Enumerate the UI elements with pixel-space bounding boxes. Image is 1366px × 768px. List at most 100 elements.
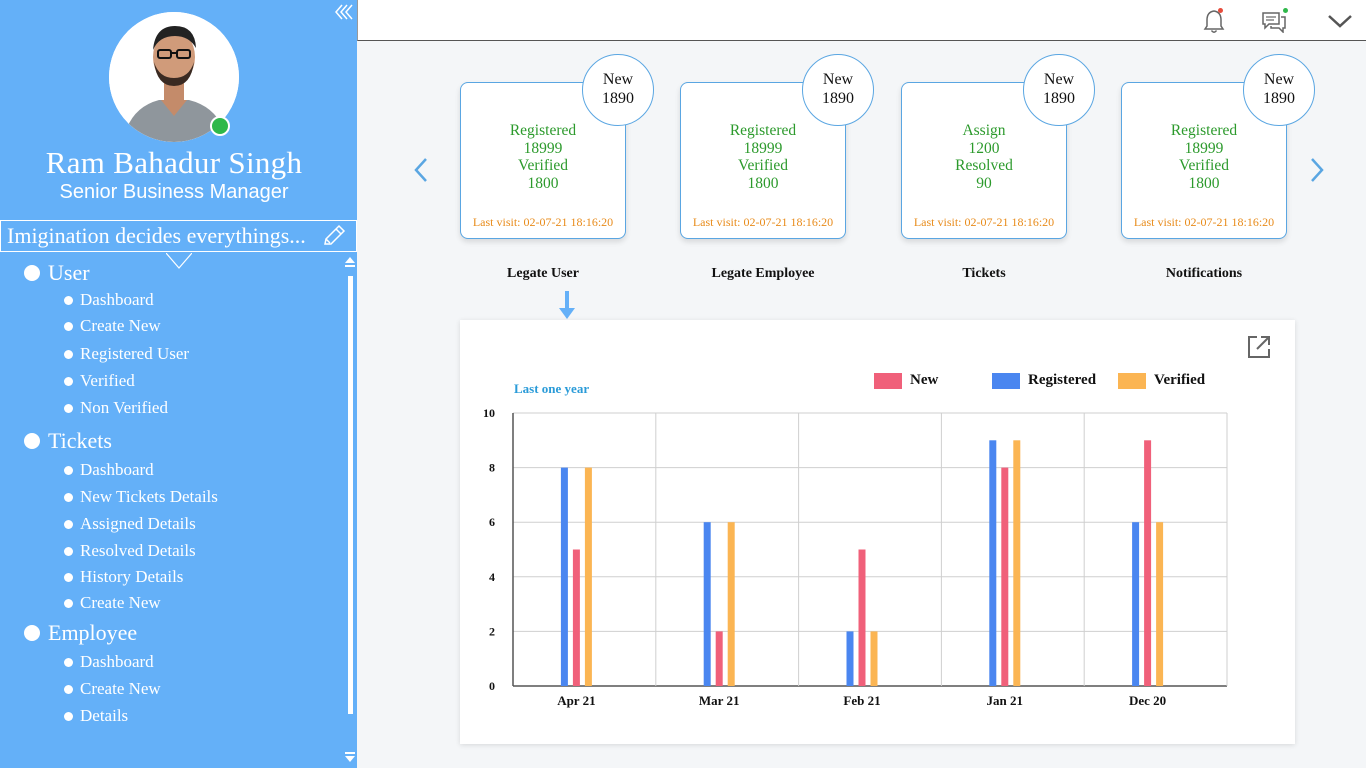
badge-value: 1890 xyxy=(1043,90,1075,107)
bar-verified xyxy=(584,467,592,686)
bar-new xyxy=(715,631,723,686)
chart-panel: 0 2 4 6 8 10 Apr 21 Mar 21 Feb 21 Jan 21 Dec 20 La… xyxy=(460,320,1295,744)
card-title: Legate User xyxy=(507,266,579,281)
expand-icon[interactable] xyxy=(1246,334,1272,365)
online-status-indicator xyxy=(210,116,230,136)
menu-group-employee[interactable]: Employee xyxy=(24,620,137,646)
legend-swatch xyxy=(992,372,1020,389)
bullet-icon xyxy=(64,321,73,331)
menu-item-tickets-dashboard[interactable]: Dashboard xyxy=(64,460,154,480)
y-tick-label: 0 xyxy=(489,679,495,693)
carousel-prev-arrow[interactable] xyxy=(412,156,430,189)
x-tick-label: Feb 21 xyxy=(843,693,880,708)
card-stats: Registered 18999 Verified 1800 xyxy=(681,122,845,192)
menu-item-label: Registered User xyxy=(80,344,190,363)
menu-item-resolved-details[interactable]: Resolved Details xyxy=(64,541,196,561)
bar-verified xyxy=(1156,522,1164,686)
y-tick-label: 10 xyxy=(483,406,495,420)
badge-label: New xyxy=(1263,71,1295,88)
legend-label: Registered xyxy=(1028,372,1097,388)
menu-item-label: Assigned Details xyxy=(80,514,196,533)
y-tick-label: 2 xyxy=(489,624,495,638)
menu-item-label: Non Verified xyxy=(80,398,168,417)
chart-title: Last one year xyxy=(514,381,590,396)
sidebar-scrollbar[interactable] xyxy=(348,276,353,714)
stat-label: Registered xyxy=(509,122,577,139)
bullet-icon xyxy=(24,265,40,281)
menu-item-label: Dashboard xyxy=(80,290,154,309)
menu-item-employee-dashboard[interactable]: Dashboard xyxy=(64,652,154,672)
chevron-down-icon[interactable] xyxy=(1326,13,1354,34)
menu-item-user-create-new[interactable]: Create New xyxy=(64,316,161,336)
menu-group-tickets[interactable]: Tickets xyxy=(24,428,112,454)
bullet-icon xyxy=(64,519,73,529)
user-role: Senior Business Manager xyxy=(59,181,289,203)
legend-label: Verified xyxy=(1154,372,1206,388)
stat-value: 18999 xyxy=(1184,139,1224,157)
notification-badge xyxy=(1218,8,1223,13)
card-stats: Assign 1200 Resolved 90 xyxy=(902,122,1066,192)
pencil-icon[interactable] xyxy=(321,224,347,253)
menu-item-tickets-create-new[interactable]: Create New xyxy=(64,593,161,613)
bar-new xyxy=(858,549,866,686)
badge-value: 1890 xyxy=(822,90,854,107)
menu-group-label: Tickets xyxy=(48,428,112,453)
menu-item-employee-create-new[interactable]: Create New xyxy=(64,679,161,699)
bullet-icon xyxy=(64,465,73,475)
stat-value: 18999 xyxy=(523,139,563,157)
menu-item-verified[interactable]: Verified xyxy=(64,371,135,391)
bullet-icon xyxy=(64,684,73,694)
collapse-sidebar-icon[interactable] xyxy=(333,2,355,27)
carousel-next-arrow[interactable] xyxy=(1308,156,1326,189)
menu-item-label: Resolved Details xyxy=(80,541,196,560)
bullet-icon xyxy=(64,598,73,608)
scroll-up-icon[interactable] xyxy=(344,256,356,275)
new-count-badge: New 1890 xyxy=(1023,54,1095,126)
top-bar xyxy=(357,0,1366,41)
menu-item-assigned-details[interactable]: Assigned Details xyxy=(64,514,196,534)
stat-value: 1200 xyxy=(968,139,1000,157)
sidebar: Ram Bahadur Singh Senior Business Manage… xyxy=(0,0,357,768)
menu-item-new-tickets-details[interactable]: New Tickets Details xyxy=(64,487,218,507)
motto-text: Imigination decides everythings... xyxy=(7,223,306,248)
new-count-badge: New 1890 xyxy=(802,54,874,126)
legend-label: New xyxy=(910,372,939,388)
menu-item-registered-user[interactable]: Registered User xyxy=(64,344,189,364)
menu-item-employee-details[interactable]: Details xyxy=(64,706,128,726)
legend-verified: Verified xyxy=(1118,372,1205,389)
badge-label: New xyxy=(602,71,634,88)
menu-item-label: Details xyxy=(80,706,129,725)
stat-value: 90 xyxy=(976,174,992,192)
menu-item-non-verified[interactable]: Non Verified xyxy=(64,398,168,418)
scroll-down-icon[interactable] xyxy=(344,750,356,768)
motto-box: Imigination decides everythings... xyxy=(0,220,357,252)
last-visit: Last visit: 02-07-21 18:16:20 xyxy=(913,215,1055,229)
y-tick-label: 8 xyxy=(489,461,495,475)
menu-item-user-dashboard[interactable]: Dashboard xyxy=(64,290,154,310)
bar-new xyxy=(572,549,580,686)
bell-icon[interactable] xyxy=(1202,8,1226,39)
bullet-icon xyxy=(24,433,40,449)
legend-registered: Registered xyxy=(992,372,1096,389)
bullet-icon xyxy=(64,349,73,359)
badge-value: 1890 xyxy=(602,90,634,107)
stat-value: 1800 xyxy=(1188,174,1220,192)
bullet-icon xyxy=(64,376,73,386)
y-tick-label: 6 xyxy=(489,515,495,529)
menu-item-label: Dashboard xyxy=(80,460,154,479)
card-title: Legate Employee xyxy=(711,266,815,281)
legend-new: New xyxy=(874,372,938,389)
menu-item-history-details[interactable]: History Details xyxy=(64,567,183,587)
x-tick-label: Mar 21 xyxy=(699,693,740,708)
new-count-badge: New 1890 xyxy=(1243,54,1315,126)
chat-icon[interactable] xyxy=(1261,11,1287,38)
bar-registered xyxy=(989,440,997,686)
bar-verified xyxy=(727,522,735,686)
menu-item-label: History Details xyxy=(80,567,184,586)
x-tick-label: Dec 20 xyxy=(1129,693,1166,708)
menu-item-label: New Tickets Details xyxy=(80,487,218,506)
bar-verified xyxy=(1013,440,1021,686)
stat-label: Assign xyxy=(962,122,1006,139)
card-stats: Registered 18999 Verified 1800 xyxy=(1122,122,1286,192)
menu-group-user[interactable]: User xyxy=(24,260,90,286)
